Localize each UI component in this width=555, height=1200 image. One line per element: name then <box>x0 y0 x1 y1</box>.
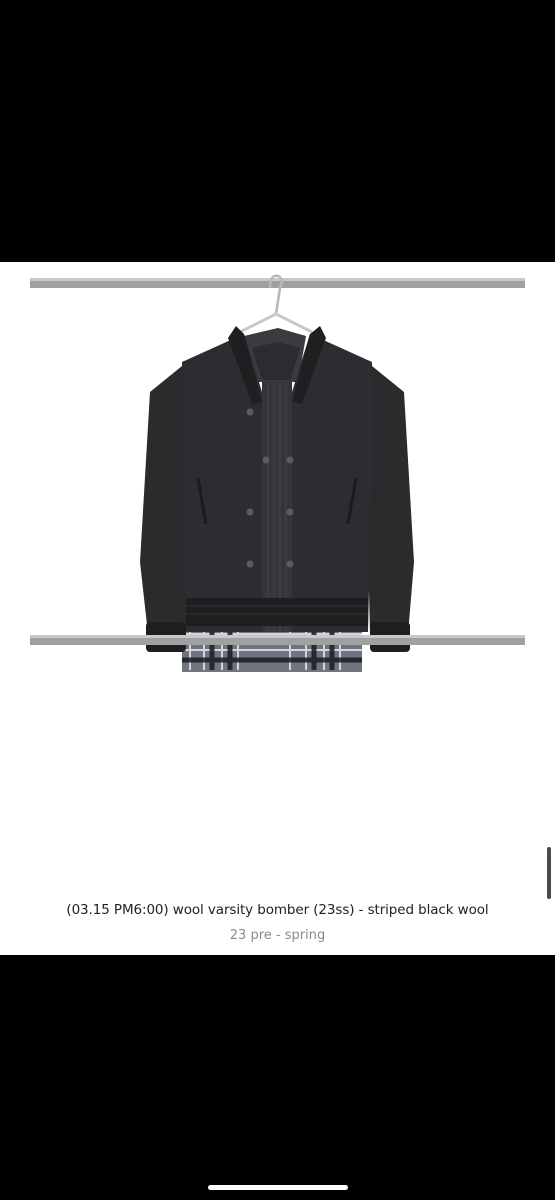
screen: (03.15 PM6:00) wool varsity bomber (23ss… <box>0 0 555 1200</box>
product-title: (03.15 PM6:00) wool varsity bomber (23ss… <box>66 902 489 918</box>
jacket-photo <box>30 274 525 672</box>
jacket-right-panel <box>284 334 372 632</box>
hem-rib <box>186 598 368 626</box>
product-photo[interactable] <box>0 262 555 892</box>
rack-top-highlight <box>30 278 525 281</box>
home-indicator[interactable] <box>207 1185 348 1190</box>
placket <box>262 382 292 632</box>
left-sleeve <box>140 366 188 634</box>
jacket-left-panel <box>182 334 270 632</box>
scroll-indicator[interactable] <box>547 847 551 899</box>
right-sleeve <box>366 366 414 634</box>
product-subtitle: 23 pre - spring <box>229 928 326 943</box>
rack-bottom-highlight <box>30 635 525 638</box>
product-card: (03.15 PM6:00) wool varsity bomber (23ss… <box>0 262 555 955</box>
